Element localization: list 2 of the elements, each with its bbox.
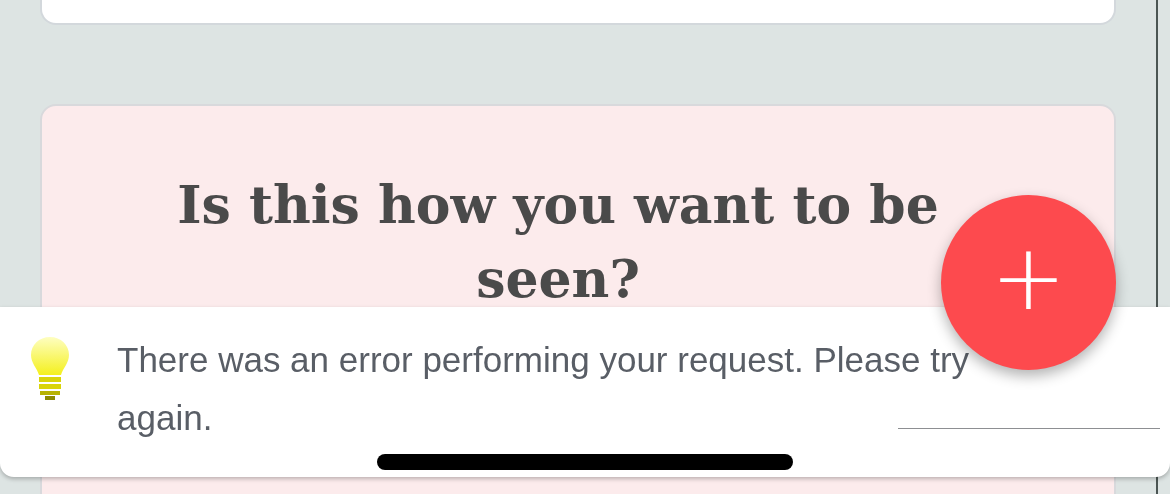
lightbulb-icon [29, 335, 71, 401]
prompt-heading: Is this how you want to be seen? [176, 173, 940, 311]
